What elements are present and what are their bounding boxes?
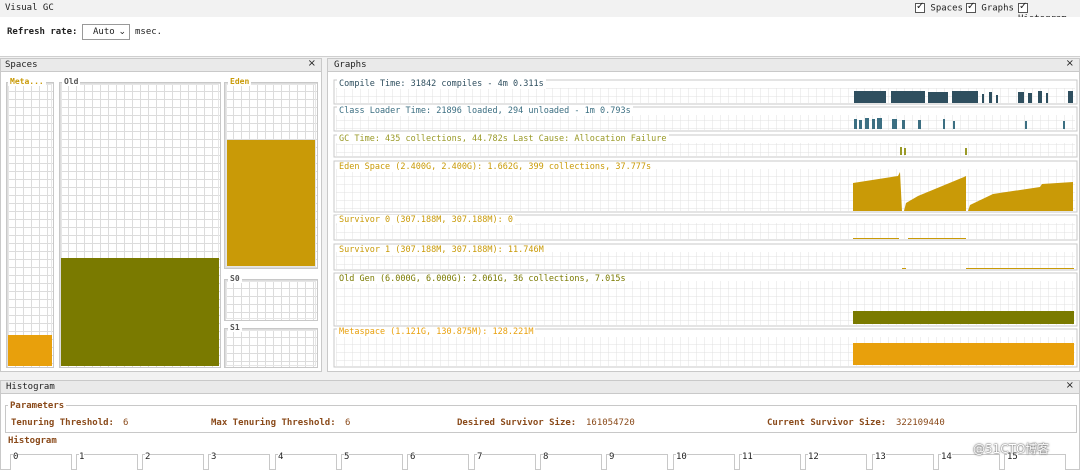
desired-survivor-size-value: 161054720 xyxy=(586,418,635,428)
graphs-checkbox[interactable]: Graphs xyxy=(966,1,1014,14)
old-gen-series xyxy=(853,311,1074,324)
max-tenuring-threshold-value: 6 xyxy=(345,418,351,428)
gc-time-label: GC Time: 435 collections, 44.782s Last C… xyxy=(337,134,669,144)
histogram-bin: 3 xyxy=(208,452,270,470)
compile-time-label: Compile Time: 31842 compiles - 4m 0.311s xyxy=(337,79,546,89)
histogram-bin: 0 xyxy=(10,452,72,470)
current-survivor-size-label: Current Survivor Size: xyxy=(767,418,887,428)
old-space-box xyxy=(59,82,221,368)
histogram-bin: 13 xyxy=(872,452,934,470)
close-icon[interactable]: × xyxy=(1066,58,1074,69)
old-gen-label: Old Gen (6.000G, 6.000G): 2.061G, 36 col… xyxy=(337,274,628,284)
refresh-rate-select[interactable]: Auto ⌄ xyxy=(82,24,130,40)
check-icon xyxy=(1018,1,1028,13)
desired-survivor-size-label: Desired Survivor Size: xyxy=(457,418,577,428)
histogram-bin: 8 xyxy=(540,452,602,470)
histogram-panel: Parameters Tenuring Threshold: 6 Max Ten… xyxy=(0,394,1080,470)
chevron-down-icon: ⌄ xyxy=(118,27,126,37)
s0-space-box xyxy=(224,279,318,321)
histogram-title: Histogram xyxy=(8,436,57,446)
s1-space-box xyxy=(224,328,318,368)
refresh-rate-label: Refresh rate: xyxy=(7,27,78,37)
close-icon[interactable]: × xyxy=(308,58,316,69)
s0-space-label: S0 xyxy=(228,274,242,283)
parameters-title: Parameters xyxy=(8,401,67,411)
metaspace-fill xyxy=(8,334,52,366)
histogram-bin: 2 xyxy=(142,452,204,470)
eden-space-graph-label: Eden Space (2.400G, 2.400G): 1.662G, 399… xyxy=(337,162,654,172)
histogram-bin: 4 xyxy=(275,452,337,470)
max-tenuring-threshold-label: Max Tenuring Threshold: xyxy=(211,418,336,428)
graphs-checkbox-label: Graphs xyxy=(981,3,1014,14)
refresh-toolbar: Refresh rate: Auto ⌄ msec. xyxy=(0,17,1080,57)
histogram-bin: 1 xyxy=(76,452,138,470)
current-survivor-size-value: 322109440 xyxy=(896,418,945,428)
check-icon xyxy=(966,1,976,13)
graphs-panel-header: Graphs × xyxy=(327,58,1080,72)
tenuring-threshold-value: 6 xyxy=(123,418,129,428)
survivor1-label: Survivor 1 (307.188M, 307.188M): 11.746M xyxy=(337,245,546,255)
histogram-bin: 6 xyxy=(407,452,469,470)
spaces-panel-header: Spaces × xyxy=(0,58,322,72)
survivor0-label: Survivor 0 (307.188M, 307.188M): 0 xyxy=(337,215,515,225)
old-space-label: Old xyxy=(62,77,81,86)
eden-space-fill xyxy=(227,140,315,266)
graphs-panel: Compile Time: 31842 compiles - 4m 0.311s… xyxy=(327,72,1080,372)
survivor0-series xyxy=(853,238,966,239)
title-bar: Visual GC Spaces Graphs Histogram xyxy=(0,0,1080,24)
check-icon xyxy=(915,1,925,13)
metaspace-graph-label: Metaspace (1.121G, 130.875M): 128.221M xyxy=(337,327,536,337)
close-icon[interactable]: × xyxy=(1066,380,1074,391)
histogram-panel-title: Histogram xyxy=(6,382,55,392)
eden-space-label: Eden xyxy=(228,77,252,86)
refresh-rate-value: Auto xyxy=(93,27,115,37)
window-title: Visual GC xyxy=(5,3,54,13)
old-space-fill xyxy=(61,258,219,366)
graphs-panel-title: Graphs xyxy=(334,60,367,70)
histogram-panel-header: Histogram × xyxy=(0,380,1080,394)
eden-space-box xyxy=(224,82,318,269)
s1-space-label: S1 xyxy=(228,323,242,332)
histogram-bins: 0 1 2 3 4 5 6 7 8 9 10 11 12 13 14 15 xyxy=(5,446,1077,470)
histogram-bin: 12 xyxy=(805,452,867,470)
histogram-bin: 10 xyxy=(673,452,735,470)
histogram-bin: 11 xyxy=(739,452,801,470)
refresh-rate-unit: msec. xyxy=(135,27,163,37)
tenuring-threshold-label: Tenuring Threshold: xyxy=(11,418,114,428)
spaces-panel-title: Spaces xyxy=(5,60,38,70)
spaces-panel: Meta... Old Eden S0 S1 xyxy=(0,72,322,372)
metaspace-series xyxy=(853,343,1074,365)
histogram-bin: 9 xyxy=(606,452,668,470)
class-loader-label: Class Loader Time: 21896 loaded, 294 unl… xyxy=(337,106,633,116)
histogram-bin: 7 xyxy=(474,452,536,470)
spaces-checkbox-label: Spaces xyxy=(930,3,963,14)
watermark: @51CTO博客 xyxy=(973,442,1050,456)
metaspace-label: Meta... xyxy=(8,77,46,86)
spaces-checkbox[interactable]: Spaces xyxy=(915,1,963,14)
histogram-bin: 5 xyxy=(341,452,403,470)
metaspace-box xyxy=(6,82,54,368)
